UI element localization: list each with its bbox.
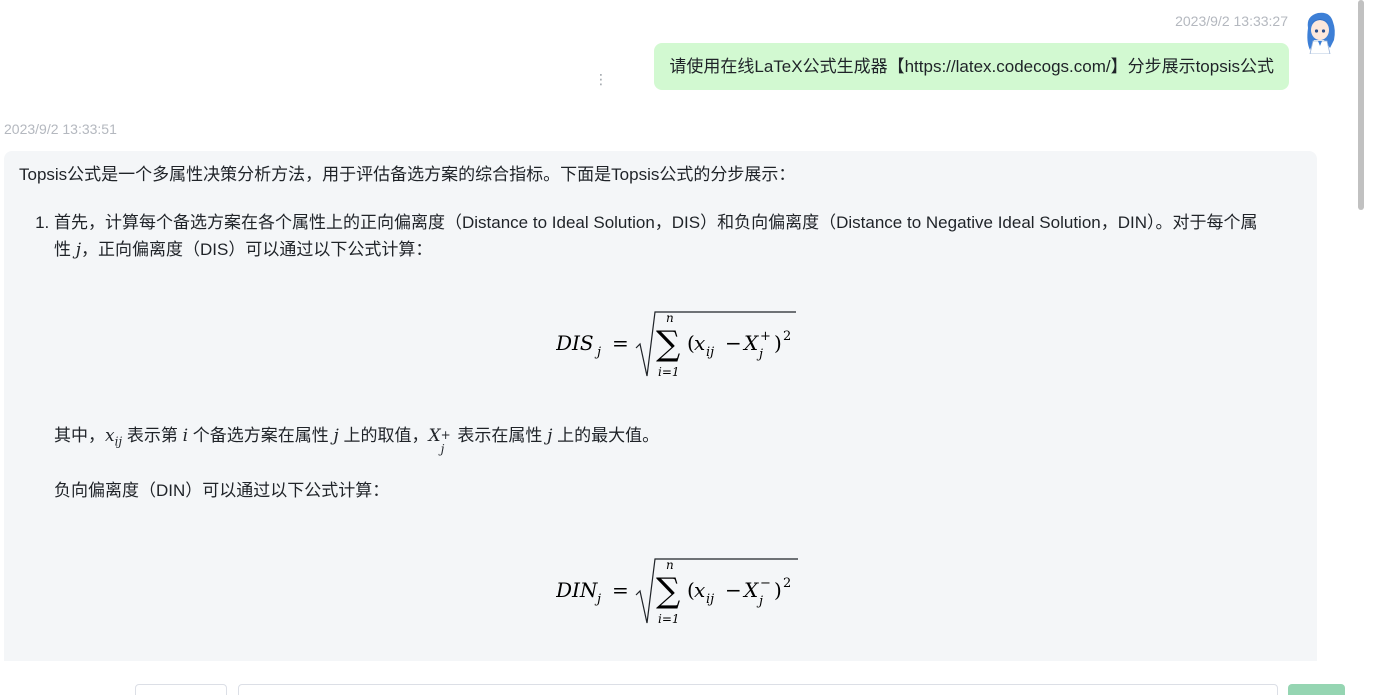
bot-message-timestamp: 2023/9/2 13:33:51 bbox=[4, 121, 117, 137]
svg-text:x: x bbox=[694, 578, 705, 602]
more-vertical-icon[interactable]: ⋮ bbox=[594, 72, 608, 86]
svg-text:−: − bbox=[725, 578, 742, 602]
formula-lhs-sub: j bbox=[594, 345, 601, 360]
formula-din-svg: DIN j = n ∑ i=1 ( x ij − X − j) 2 bbox=[556, 558, 798, 626]
input-bar bbox=[0, 680, 1356, 695]
svg-text:∑: ∑ bbox=[656, 571, 680, 611]
sum-bottom: i=1 bbox=[658, 365, 680, 379]
svg-text:): ) bbox=[774, 331, 782, 355]
svg-text:X: X bbox=[742, 331, 759, 355]
message-input[interactable] bbox=[238, 684, 1278, 695]
svg-text:2: 2 bbox=[783, 329, 791, 344]
formula-dis: DIS j = n ∑ i=1 ( x ij − X + j) 2 bbox=[54, 310, 1302, 380]
svg-text:2: 2 bbox=[783, 576, 791, 591]
formula-lhs: DIS bbox=[556, 331, 594, 355]
step1-text-post: ，正向偏离度（DIS）可以通过以下公式计算： bbox=[81, 240, 433, 259]
steps-list: 首先，计算每个备选方案在各个属性上的正向偏离度（Distance to Idea… bbox=[19, 209, 1302, 627]
svg-text:x: x bbox=[694, 331, 705, 355]
user-message-bubble: 请使用在线LaTeX公式生成器【https://latex.codecogs.c… bbox=[654, 43, 1289, 90]
user-message-text: 请使用在线LaTeX公式生成器【https://latex.codecogs.c… bbox=[669, 57, 1274, 76]
svg-text:X: X bbox=[742, 578, 759, 602]
svg-text:=: = bbox=[612, 331, 629, 355]
formula-din: DIN j = n ∑ i=1 ( x ij − X − j) 2 bbox=[54, 557, 1302, 627]
chat-area: 2023/9/2 13:33:27 ⋮ 请使用在线LaTeX公式生成器【http… bbox=[0, 0, 1356, 695]
sum-top: n bbox=[666, 558, 674, 572]
svg-text:−: − bbox=[725, 331, 742, 355]
user-avatar[interactable] bbox=[1300, 10, 1340, 55]
step1-line2: 性 j，正向偏离度（DIS）可以通过以下公式计算： bbox=[54, 236, 1302, 264]
bot-intro-text: Topsis公式是一个多属性决策分析方法，用于评估备选方案的综合指标。下面是To… bbox=[19, 165, 796, 184]
send-button[interactable] bbox=[1288, 684, 1345, 695]
scrollbar[interactable] bbox=[1356, 0, 1373, 695]
user-message-timestamp: 2023/9/2 13:33:27 bbox=[1175, 13, 1288, 29]
step-item: 首先，计算每个备选方案在各个属性上的正向偏离度（Distance to Idea… bbox=[54, 209, 1302, 627]
svg-text:=: = bbox=[612, 578, 629, 602]
avatar-image bbox=[1307, 12, 1335, 55]
svg-text:ij: ij bbox=[706, 345, 714, 360]
sum-bottom: i=1 bbox=[658, 612, 680, 626]
svg-text:∑: ∑ bbox=[656, 324, 680, 364]
svg-text:ij: ij bbox=[706, 592, 714, 607]
svg-text:+: + bbox=[760, 329, 771, 344]
sum-top: n bbox=[666, 311, 674, 325]
formula-lhs: DIN bbox=[556, 578, 599, 602]
svg-text:): ) bbox=[774, 578, 782, 602]
formula-dis-svg: DIS j = n ∑ i=1 ( x ij − X + j) 2 bbox=[556, 311, 796, 379]
din-intro-text: 负向偏离度（DIN）可以通过以下公式计算： bbox=[54, 481, 390, 501]
bot-message-bubble: Topsis公式是一个多属性决策分析方法，用于评估备选方案的综合指标。下面是To… bbox=[4, 151, 1317, 661]
step1-text-pre: 性 bbox=[54, 240, 76, 259]
formula-explanation: 其中，xij 表示第 i 个备选方案在属性 j 上的取值，X + j 表示在属性 j… bbox=[54, 426, 660, 456]
svg-text:−: − bbox=[760, 576, 771, 591]
input-left-button[interactable] bbox=[135, 684, 227, 695]
step1-line1: 首先，计算每个备选方案在各个属性上的正向偏离度（Distance to Idea… bbox=[54, 213, 1258, 232]
scrollbar-thumb[interactable] bbox=[1358, 0, 1364, 210]
